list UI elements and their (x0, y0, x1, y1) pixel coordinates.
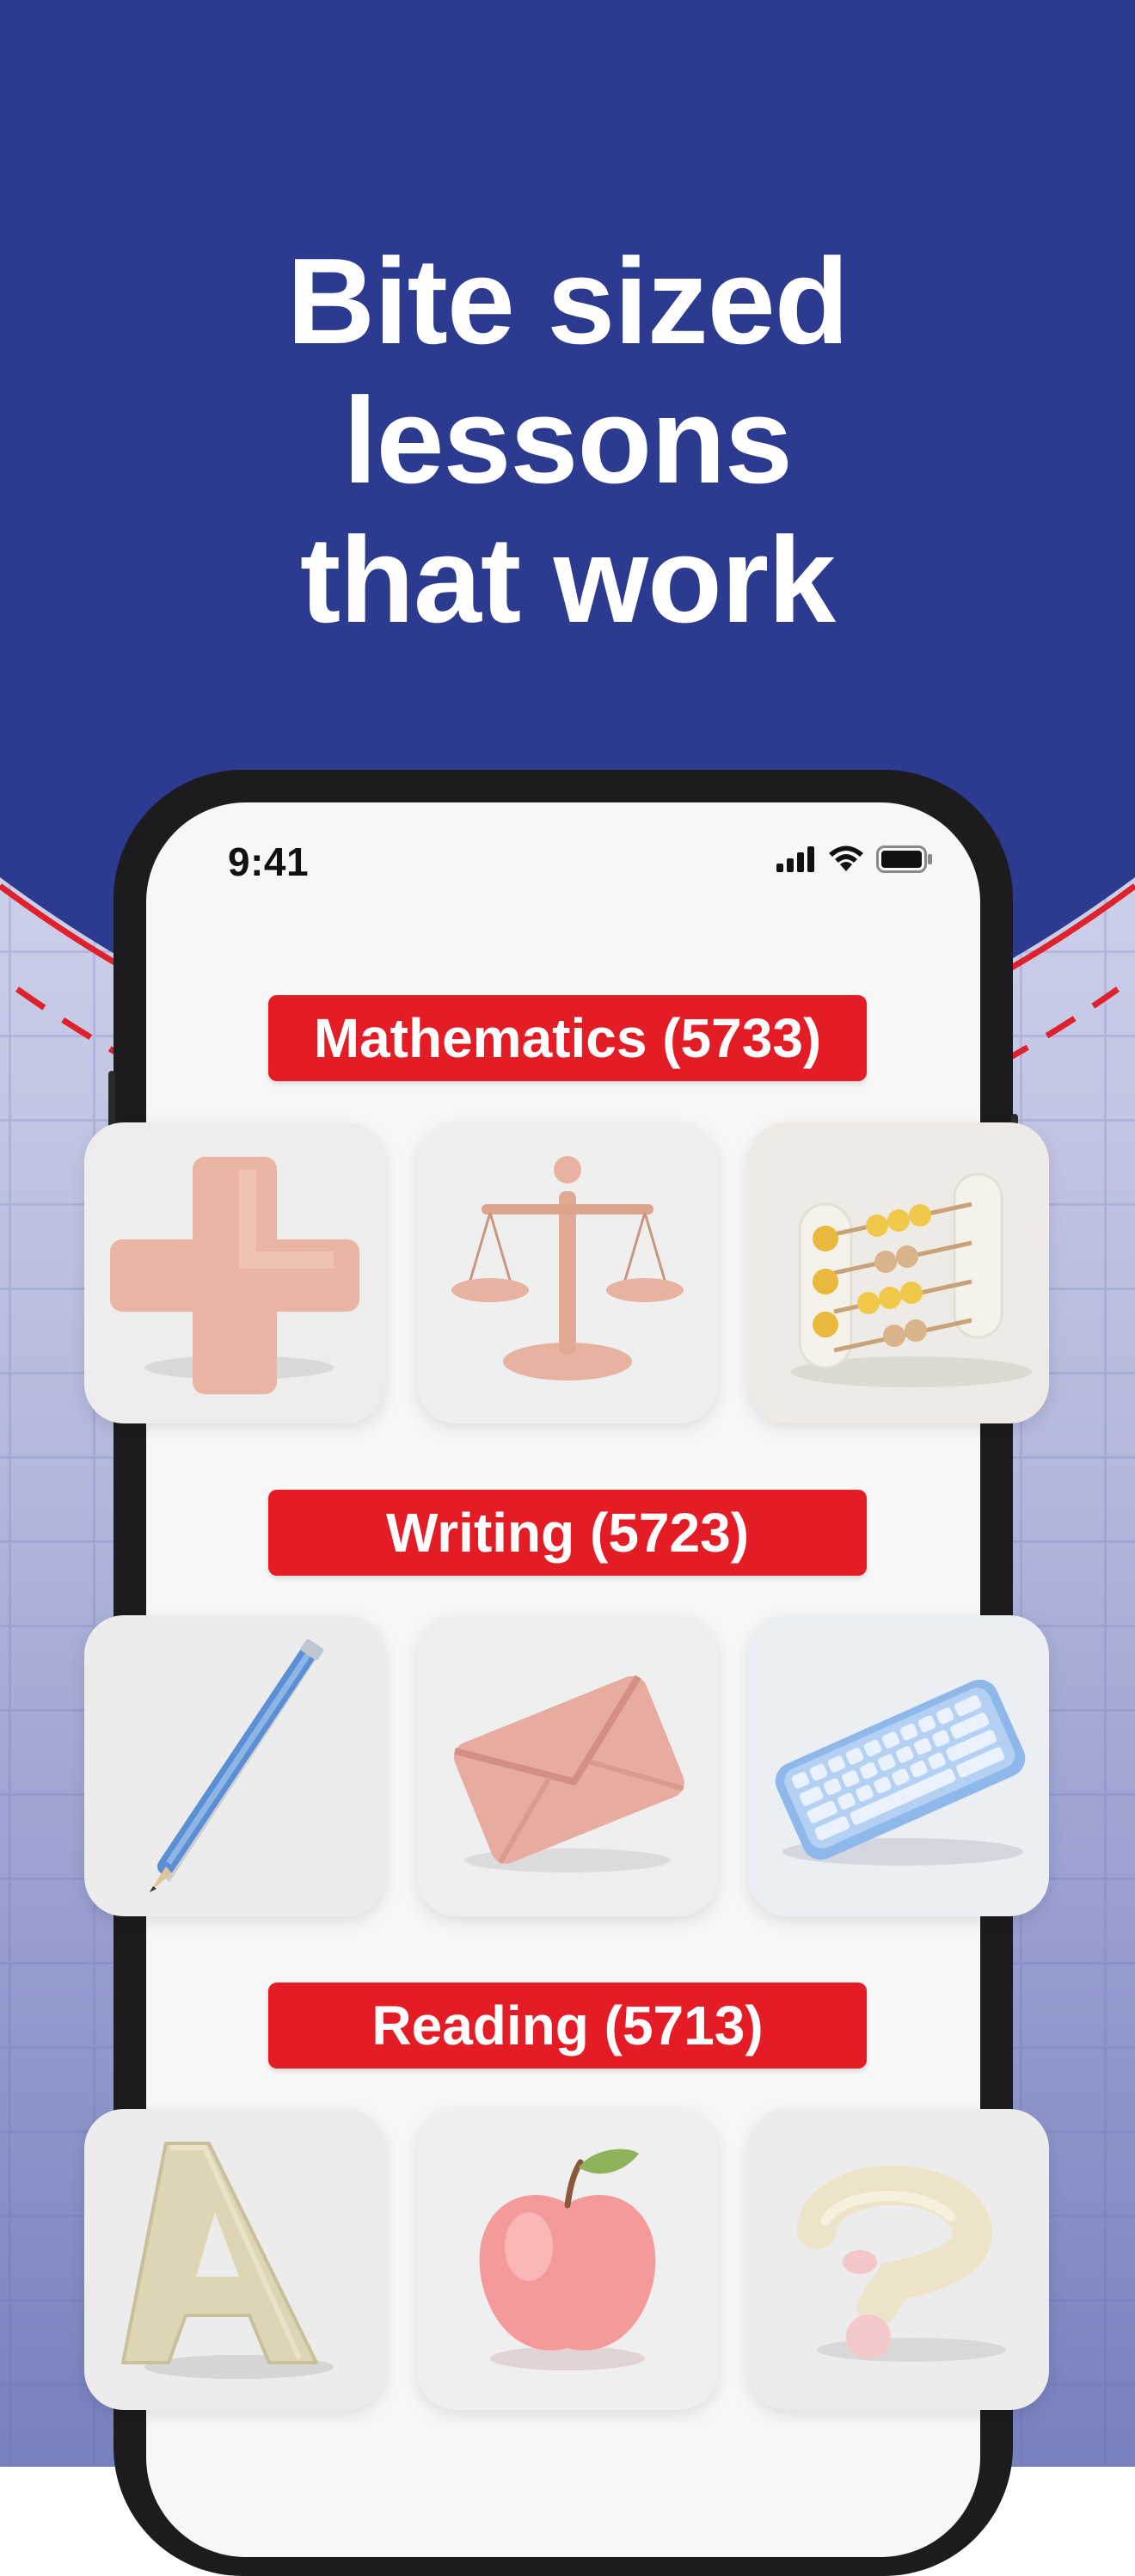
lesson-tile-apple[interactable] (417, 2109, 718, 2410)
abacus-icon (791, 1172, 1032, 1387)
lesson-tile-pencil[interactable] (84, 1615, 385, 1916)
category-label-writing[interactable]: Writing (5723) (268, 1490, 867, 1576)
lesson-tile-abacus[interactable] (748, 1122, 1049, 1423)
category-label-reading[interactable]: Reading (5713) (268, 1983, 867, 2069)
battery-icon (876, 845, 932, 873)
headline-line-3: that work (299, 512, 836, 649)
question-mark-icon (797, 2165, 1006, 2362)
status-time: 9:41 (228, 839, 310, 884)
lesson-tile-scale[interactable] (417, 1122, 718, 1423)
category-label-mathematics[interactable]: Mathematics (5733) (268, 995, 867, 1081)
signal-icon (776, 846, 814, 872)
lesson-tile-question-mark[interactable] (748, 2109, 1049, 2410)
headline: Bite sized lessons that work (0, 232, 1135, 650)
envelope-icon (453, 1675, 684, 1872)
headline-line-2: lessons (343, 372, 793, 509)
lesson-tile-keyboard[interactable] (748, 1615, 1049, 1916)
lesson-tile-envelope[interactable] (417, 1615, 718, 1916)
lesson-tile-plus[interactable] (84, 1122, 385, 1423)
plus-sign-icon (110, 1157, 359, 1394)
keyboard-icon (775, 1679, 1026, 1866)
lesson-tile-letter-a[interactable] (84, 2109, 385, 2410)
headline-line-1: Bite sized (286, 233, 850, 370)
balance-scale-icon (451, 1156, 684, 1380)
letter-a-icon (121, 2142, 334, 2379)
status-icons (776, 845, 933, 873)
pencil-icon (150, 1638, 324, 1892)
wifi-icon (829, 845, 863, 871)
apple-icon (479, 2149, 656, 2370)
